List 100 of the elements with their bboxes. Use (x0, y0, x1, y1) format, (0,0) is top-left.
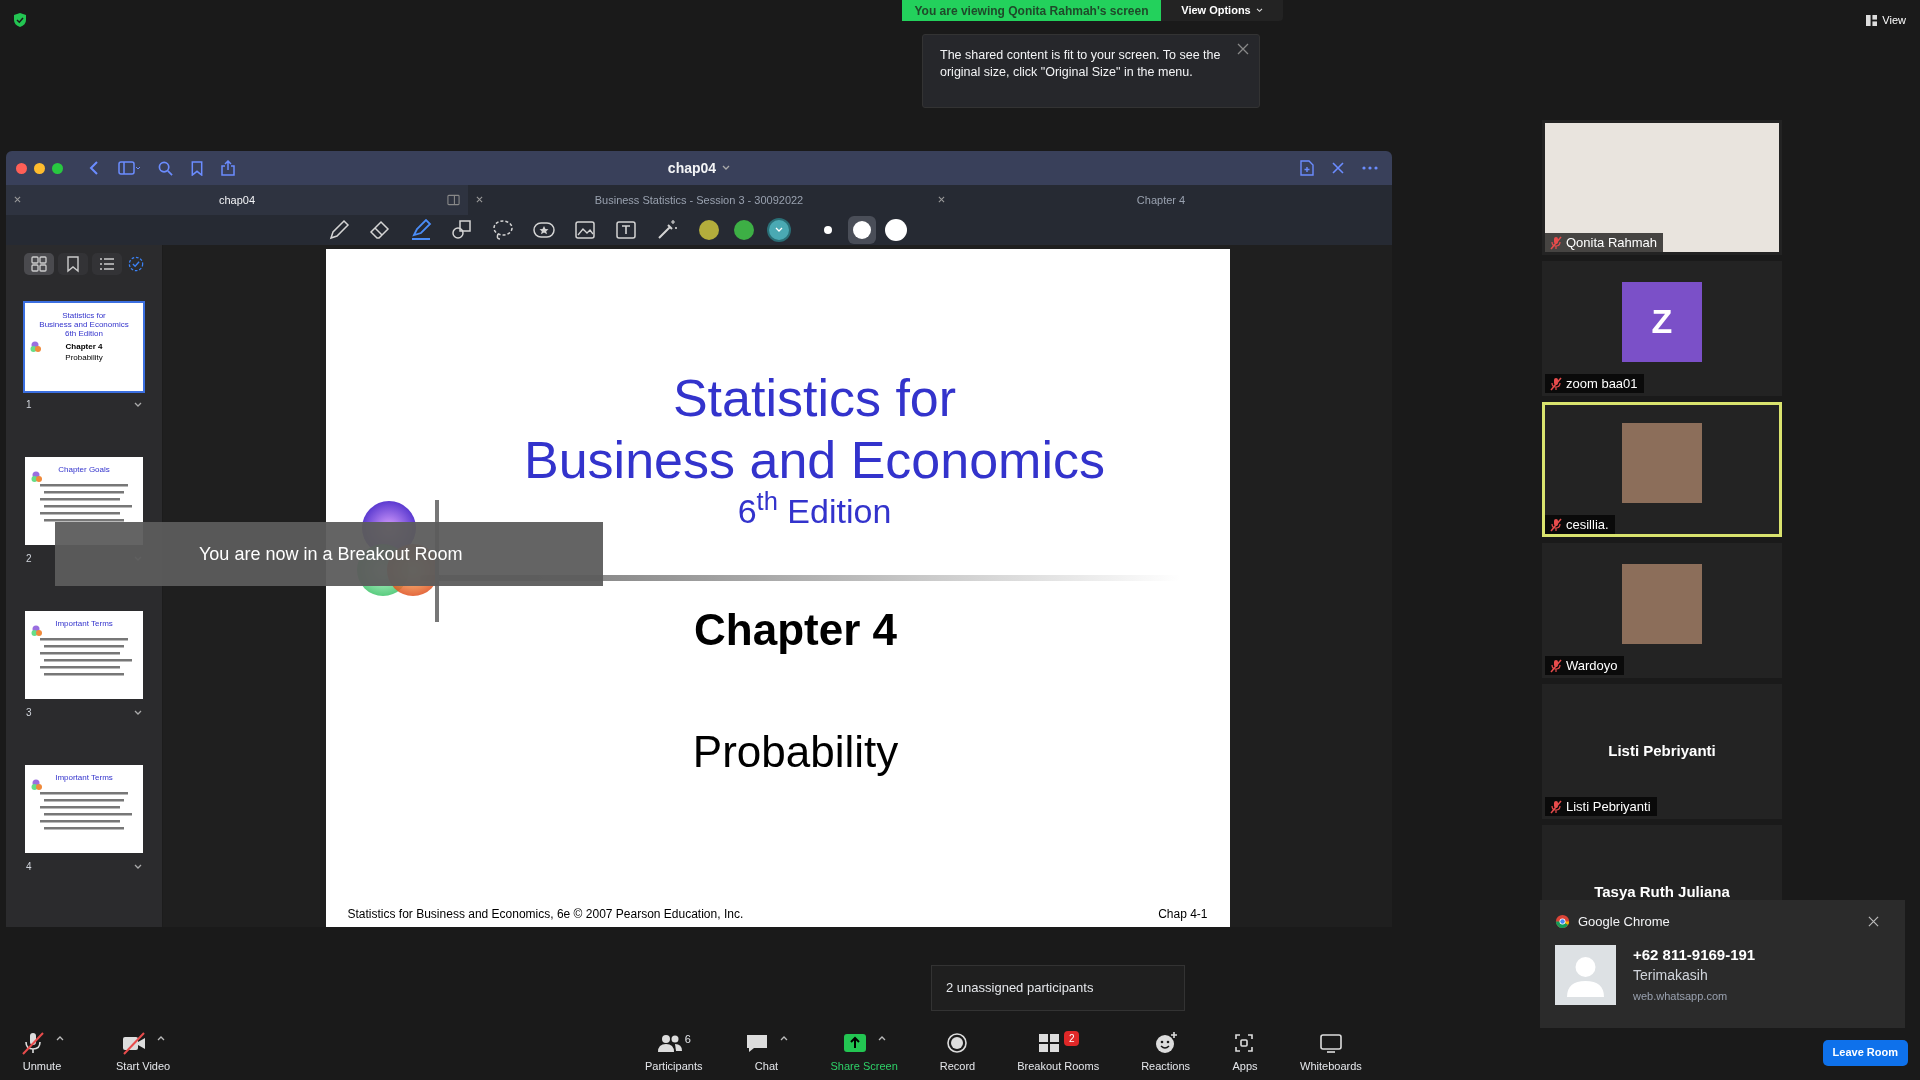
notification-app-name: Google Chrome (1578, 913, 1670, 931)
lasso-icon[interactable] (492, 219, 514, 241)
name-label: Qonita Rahmah (1545, 233, 1664, 252)
close-icon[interactable] (1237, 43, 1249, 55)
caret-up-icon[interactable] (878, 1034, 887, 1041)
video-camera-icon[interactable] (121, 1030, 148, 1055)
thumbnail-text: 6th Edition (65, 329, 103, 338)
document-title[interactable]: chap04 (667, 157, 717, 179)
sharing-banner: You are viewing Qonita Rahmah's screen (902, 0, 1161, 21)
thumbnail-title: Important Terms (55, 773, 113, 782)
grid-view-icon[interactable] (1866, 14, 1878, 26)
name-label: cesillia. (1545, 515, 1615, 534)
close-tab-icon[interactable] (476, 196, 483, 203)
close-icon[interactable] (1332, 162, 1344, 174)
zoom-window-icon[interactable] (52, 162, 63, 174)
toolbar-button[interactable]: 6 Participants (643, 1030, 705, 1075)
more-icon[interactable] (1362, 166, 1378, 170)
page-number: 2 (26, 552, 32, 566)
minimize-window-icon[interactable] (34, 162, 45, 174)
toolbar-button[interactable]: 2 Breakout Rooms (1015, 1030, 1102, 1075)
participant-display-name: Listi Pebriyanti (1608, 741, 1716, 762)
close-tab-icon[interactable] (938, 196, 945, 203)
circles-logo (31, 625, 43, 637)
sidebar-view-tab[interactable] (58, 253, 88, 275)
view-options-button[interactable]: View Options (1161, 0, 1283, 21)
notification-message: Terimakasih (1633, 965, 1709, 985)
document-tab[interactable]: chap04 (6, 185, 468, 215)
color-swatch[interactable] (769, 220, 789, 240)
toolbar-button[interactable]: Share Screen (828, 1030, 900, 1075)
text-box-icon[interactable] (615, 219, 637, 241)
sidebar-toggle-icon[interactable] (118, 161, 140, 175)
toolbar-button[interactable]: Chat (742, 1030, 791, 1075)
tooltip-text: The shared content is fit to your screen. To see the original size, click "Original Size" in the menu. (940, 47, 1222, 81)
eraser-icon[interactable] (369, 219, 391, 241)
toolbar-button[interactable]: Record (937, 1030, 978, 1075)
view-button[interactable]: View (1866, 12, 1906, 29)
slide-thumbnail[interactable]: Important Terms (25, 765, 143, 853)
stroke-size-option[interactable] (848, 216, 876, 244)
pen-icon[interactable] (328, 219, 350, 241)
name-label: Listi Pebriyanti (1545, 797, 1657, 816)
magic-wand-icon[interactable] (656, 219, 678, 241)
page-number: 4 (26, 860, 32, 874)
close-tab-icon[interactable] (14, 196, 21, 203)
caret-up-icon[interactable] (157, 1034, 166, 1041)
slide-thumbnail[interactable]: Statistics for Business and Economics 6th Edition Chapter 4 Probability (25, 303, 143, 391)
shapes-icon[interactable] (451, 219, 473, 241)
participant-count: 6 (684, 1031, 691, 1047)
slide-page-label: Chap 4-1 (1158, 906, 1208, 923)
bookmark-icon[interactable] (64, 255, 82, 273)
new-page-icon[interactable] (1300, 160, 1314, 176)
notification-badge: 2 (1064, 1030, 1080, 1046)
leave-room-button[interactable]: Leave Room (1822, 1039, 1908, 1066)
slide-footer: Statistics for Business and Economics, 6e © 2007 Pearson Education, Inc. (347, 905, 744, 923)
chevron-down-icon[interactable] (134, 709, 142, 716)
color-swatch[interactable] (734, 220, 754, 240)
close-window-icon[interactable] (16, 162, 27, 174)
thumbnail-title: Chapter Goals (58, 465, 110, 474)
close-icon[interactable] (1868, 916, 1879, 927)
sidebar-view-tab[interactable] (92, 253, 122, 275)
thumbnail-text: Probability (65, 353, 103, 362)
circles-logo (31, 471, 43, 483)
slide-thumbnail[interactable]: Important Terms (25, 611, 143, 699)
toolbar-button[interactable]: Apps (1230, 1030, 1261, 1075)
breakout-room-toast: You are now in a Breakout Room (55, 522, 603, 586)
split-view-icon[interactable] (447, 194, 460, 206)
toolbar-button[interactable]: Start Video (114, 1030, 173, 1075)
slide-chapter: Chapter 4 (694, 604, 897, 656)
thumbnail-text: Chapter 4 (65, 342, 103, 351)
chevron-down-icon[interactable] (134, 863, 142, 870)
page-number: 3 (26, 706, 32, 720)
microphone-icon[interactable] (20, 1030, 46, 1055)
image-icon[interactable] (574, 219, 596, 241)
caret-down-icon[interactable] (722, 165, 731, 171)
unassigned-participants-popup[interactable]: 2 unassigned participants (931, 965, 1185, 1011)
slide-subtitle: Probability (692, 726, 899, 778)
star-sticker-icon[interactable] (533, 219, 555, 241)
person-silhouette-icon (1555, 944, 1616, 1005)
caret-up-icon[interactable] (56, 1034, 64, 1041)
toolbar-button[interactable]: Unmute (18, 1030, 66, 1075)
security-shield-icon (13, 12, 27, 28)
sidebar-view-tab[interactable] (24, 253, 54, 275)
chevron-down-icon[interactable] (134, 401, 142, 408)
color-swatch[interactable] (699, 220, 719, 240)
slide-title: Business and Economics (524, 430, 1105, 491)
notification-source: web.whatsapp.com (1633, 988, 1729, 1004)
share-icon[interactable] (221, 160, 235, 176)
circles-logo (31, 779, 43, 791)
bookmark-icon[interactable] (191, 160, 203, 176)
avatar-letter: Z (1622, 281, 1702, 362)
search-icon[interactable] (158, 160, 173, 176)
circles-logo (30, 341, 42, 353)
dashed-check-circle-icon[interactable] (128, 256, 144, 272)
list-icon[interactable] (98, 255, 116, 273)
toolbar-button[interactable]: Reactions (1139, 1030, 1193, 1075)
back-icon[interactable] (88, 160, 100, 176)
thumbnail-text: Statistics for (62, 311, 106, 320)
highlighter-icon[interactable] (410, 219, 432, 241)
toolbar-button[interactable]: Whiteboards (1298, 1030, 1364, 1075)
caret-up-icon[interactable] (780, 1034, 789, 1041)
name-label: zoom baa01 (1545, 374, 1644, 393)
